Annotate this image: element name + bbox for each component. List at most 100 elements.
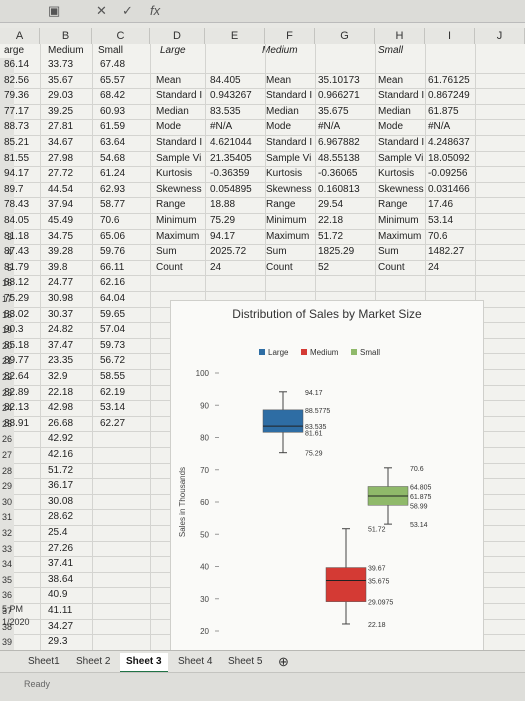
table-cell[interactable]: 56.72	[100, 355, 125, 366]
table-cell[interactable]: 27.98	[48, 153, 73, 164]
row-header[interactable]: 26	[0, 432, 14, 448]
table-cell[interactable]: 45.49	[48, 215, 73, 226]
table-cell[interactable]: 62.93	[100, 184, 125, 195]
table-cell[interactable]: 59.65	[100, 309, 125, 320]
table-cell[interactable]: 30.98	[48, 293, 73, 304]
stat-label-small[interactable]: Maximum	[378, 231, 421, 242]
table-cell[interactable]: 59.73	[100, 340, 125, 351]
stat-label-large[interactable]: Range	[156, 199, 185, 210]
stat-label-medium[interactable]: Sample Vi	[266, 153, 311, 164]
save-icon[interactable]: ▣	[48, 3, 60, 19]
table-cell[interactable]: 44.54	[48, 184, 73, 195]
table-cell[interactable]: 62.16	[100, 277, 125, 288]
table-cell[interactable]: 29.03	[48, 90, 73, 101]
table-cell[interactable]: 22.18	[48, 387, 73, 398]
stat-value-medium[interactable]: 52	[318, 262, 329, 273]
table-cell[interactable]: 61.59	[100, 121, 125, 132]
tab-sheet4[interactable]: Sheet 4	[172, 653, 218, 671]
table-cell[interactable]: 65.06	[100, 231, 125, 242]
stat-value-large[interactable]: 84.405	[210, 75, 241, 86]
table-cell[interactable]: 42.92	[48, 433, 73, 444]
stat-label-large[interactable]: Mode	[156, 121, 181, 132]
table-cell[interactable]: 54.68	[100, 153, 125, 164]
column-header-b[interactable]: B	[40, 28, 92, 44]
header-large[interactable]: arge	[4, 45, 24, 56]
stat-value-medium[interactable]: 35.10173	[318, 75, 360, 86]
close-icon[interactable]: ✕	[96, 3, 107, 19]
stat-label-large[interactable]: Sum	[156, 246, 177, 257]
stat-label-small[interactable]: Standard I	[378, 90, 424, 101]
stat-value-medium[interactable]: -0.36065	[318, 168, 357, 179]
table-cell[interactable]: 88.91	[4, 418, 29, 429]
row-header[interactable]: 31	[0, 510, 14, 526]
table-cell[interactable]: 77.17	[4, 106, 29, 117]
table-cell[interactable]: 83.02	[4, 309, 29, 320]
table-cell[interactable]: 59.76	[100, 246, 125, 257]
stat-label-small[interactable]: Mode	[378, 121, 403, 132]
column-header-e[interactable]: E	[205, 28, 265, 44]
stat-label-large[interactable]: Median	[156, 106, 189, 117]
stat-value-small[interactable]: 61.76125	[428, 75, 470, 86]
table-cell[interactable]: 26.68	[48, 418, 73, 429]
table-cell[interactable]: 82.56	[4, 75, 29, 86]
stats-header-large[interactable]: Large	[160, 45, 186, 56]
stat-label-medium[interactable]: Standard I	[266, 90, 312, 101]
check-icon[interactable]: ✓	[122, 3, 133, 19]
table-cell[interactable]: 58.77	[100, 199, 125, 210]
stat-label-medium[interactable]: Skewness	[266, 184, 312, 195]
stat-value-medium[interactable]: 35.675	[318, 106, 349, 117]
stat-label-small[interactable]: Range	[378, 199, 407, 210]
table-cell[interactable]: 67.48	[100, 59, 125, 70]
row-header[interactable]: 32	[0, 526, 14, 542]
stat-value-large[interactable]: 94.17	[210, 231, 235, 242]
stat-label-medium[interactable]: Maximum	[266, 231, 309, 242]
header-medium[interactable]: Medium	[48, 45, 84, 56]
table-cell[interactable]: 62.27	[100, 418, 125, 429]
table-cell[interactable]: 41.11	[48, 605, 72, 616]
table-cell[interactable]: 30.37	[48, 309, 73, 320]
stat-label-small[interactable]: Sample Vi	[378, 153, 423, 164]
table-cell[interactable]: 78.43	[4, 199, 29, 210]
column-header-h[interactable]: H	[375, 28, 425, 44]
row-header[interactable]: 35	[0, 572, 14, 589]
stat-value-large[interactable]: 83.535	[210, 106, 241, 117]
table-cell[interactable]: 30.08	[48, 496, 73, 507]
stat-value-large[interactable]: 21.35405	[210, 153, 252, 164]
table-cell[interactable]: 53.14	[100, 402, 125, 413]
stat-value-small[interactable]: 17.46	[428, 199, 453, 210]
stat-value-small[interactable]: #N/A	[428, 121, 450, 132]
tab-sheet1[interactable]: Sheet1	[22, 653, 66, 671]
table-cell[interactable]: 27.72	[48, 168, 73, 179]
stat-label-large[interactable]: Count	[156, 262, 183, 273]
stats-header-small[interactable]: Small	[378, 45, 403, 56]
table-cell[interactable]: 85.18	[4, 340, 29, 351]
table-cell[interactable]: 40.9	[48, 589, 67, 600]
table-cell[interactable]: 82.13	[4, 402, 29, 413]
stat-value-large[interactable]: 2025.72	[210, 246, 246, 257]
stat-value-medium[interactable]: 0.160813	[318, 184, 360, 195]
stat-value-medium[interactable]: #N/A	[318, 121, 340, 132]
table-cell[interactable]: 25.4	[48, 527, 67, 538]
column-header-c[interactable]: C	[92, 28, 150, 44]
stat-label-medium[interactable]: Median	[266, 106, 299, 117]
column-header-j[interactable]: J	[475, 28, 525, 44]
tab-sheet5[interactable]: Sheet 5	[222, 653, 268, 671]
stat-label-small[interactable]: Sum	[378, 246, 399, 257]
stat-value-small[interactable]: 53.14	[428, 215, 453, 226]
stat-value-large[interactable]: 75.29	[210, 215, 235, 226]
stat-value-small[interactable]: 70.6	[428, 231, 447, 242]
table-cell[interactable]: 37.94	[48, 199, 73, 210]
stat-label-large[interactable]: Standard I	[156, 90, 202, 101]
table-cell[interactable]: 27.81	[48, 121, 73, 132]
row-header[interactable]: 28	[0, 463, 14, 480]
row-header[interactable]: 30	[0, 494, 14, 511]
table-cell[interactable]: 65.57	[100, 75, 125, 86]
table-cell[interactable]: 94.17	[4, 168, 29, 179]
table-cell[interactable]: 51.72	[48, 465, 73, 476]
table-cell[interactable]: 75.29	[4, 293, 29, 304]
stat-value-medium[interactable]: 1825.29	[318, 246, 354, 257]
stats-header-medium[interactable]: Medium	[262, 45, 298, 56]
table-cell[interactable]: 66.11	[100, 262, 124, 273]
row-header[interactable]: 33	[0, 541, 14, 558]
table-cell[interactable]: 36.17	[48, 480, 73, 491]
